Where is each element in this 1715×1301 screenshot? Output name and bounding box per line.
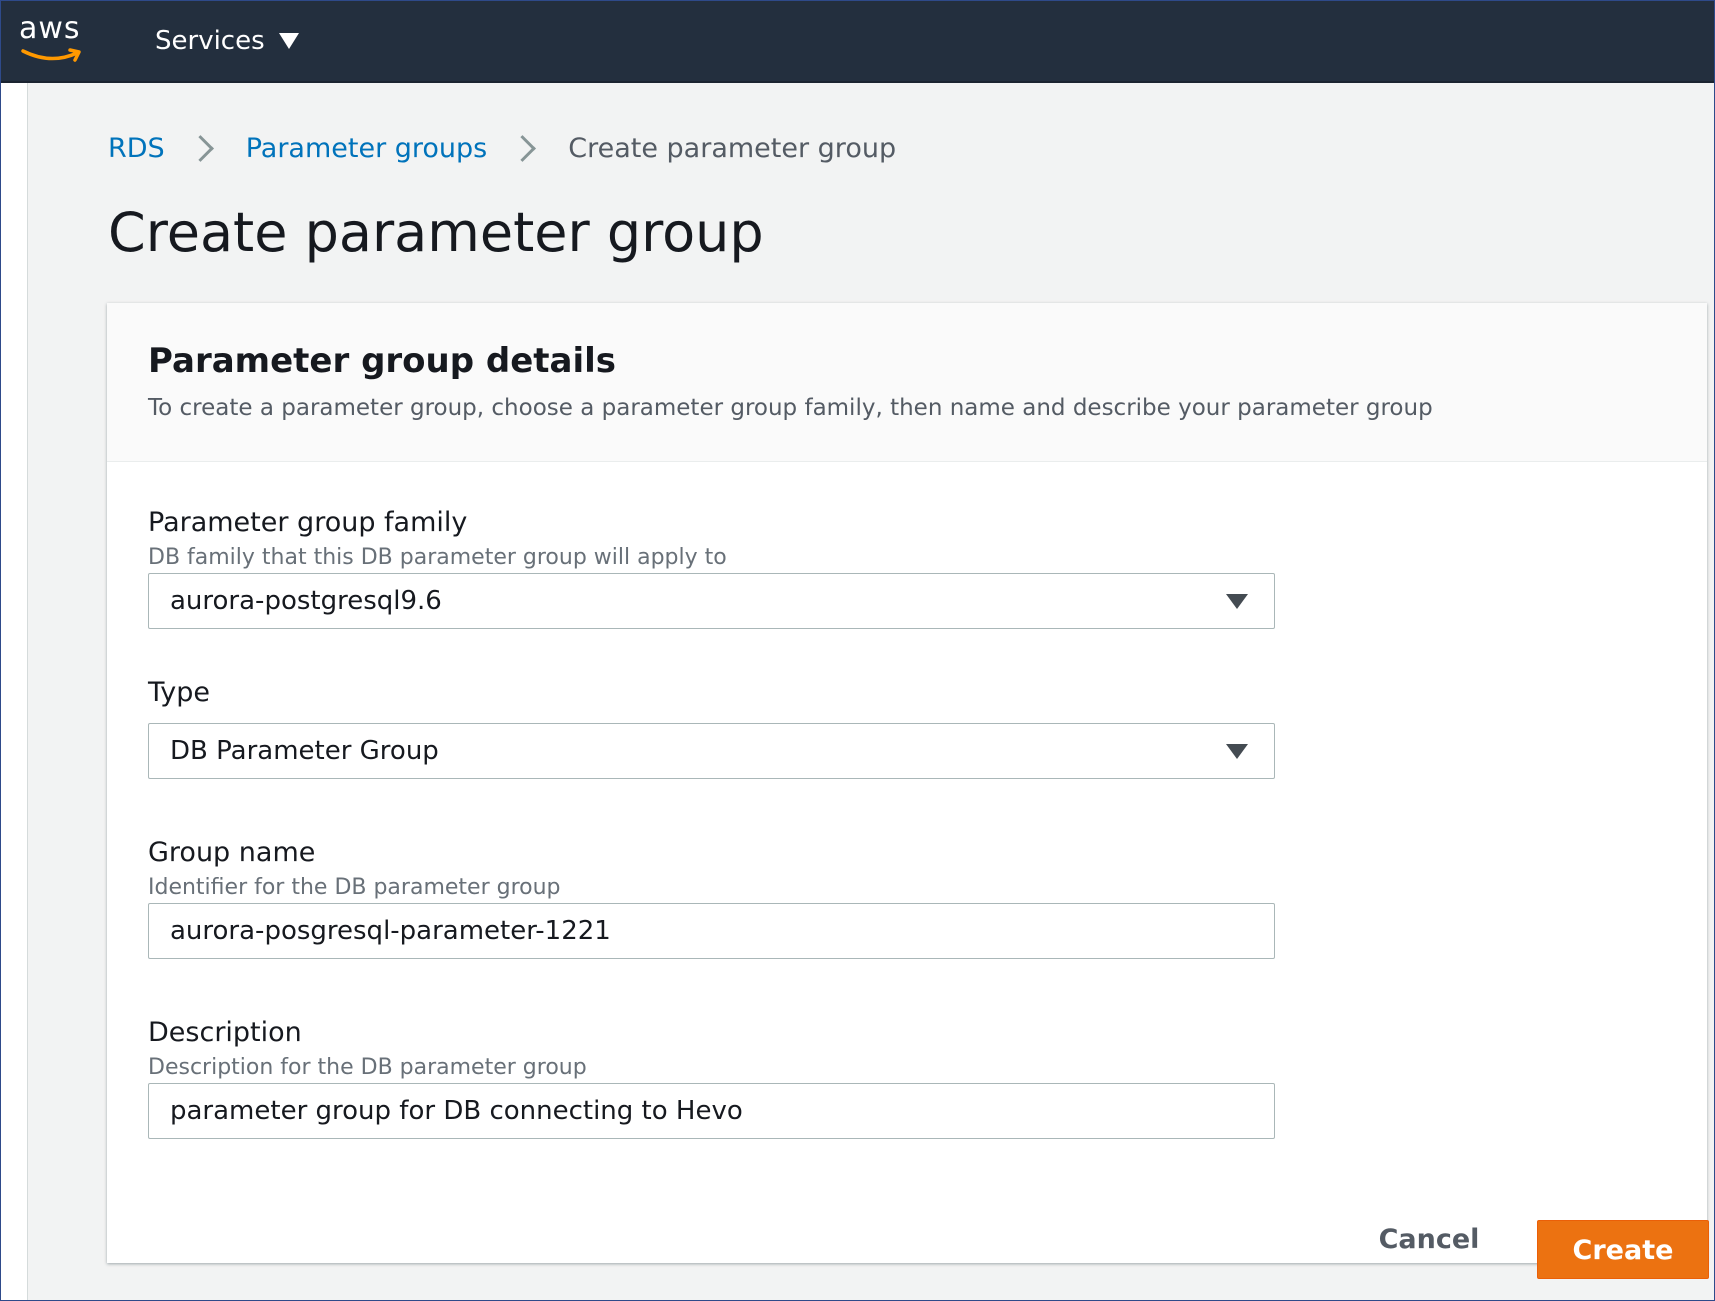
breadcrumb-link-parameter-groups[interactable]: Parameter groups bbox=[246, 133, 488, 164]
panel-header: Parameter group details To create a para… bbox=[107, 303, 1707, 462]
family-select[interactable]: aurora-postgresql9.6 bbox=[148, 573, 1275, 629]
browser-frame: aws Services RDS Parameter groups Create… bbox=[0, 0, 1715, 1301]
family-label: Parameter group family bbox=[148, 507, 468, 538]
breadcrumb: RDS Parameter groups Create parameter gr… bbox=[108, 133, 896, 164]
top-nav-bar: aws Services bbox=[1, 1, 1714, 83]
type-select-value: DB Parameter Group bbox=[170, 736, 439, 766]
caret-down-icon bbox=[278, 33, 299, 49]
parameter-group-details-panel: Parameter group details To create a para… bbox=[107, 303, 1707, 1263]
group-name-input-value: aurora-posgresql-parameter-1221 bbox=[170, 916, 611, 946]
panel-description: To create a parameter group, choose a pa… bbox=[148, 395, 1433, 421]
page-title: Create parameter group bbox=[108, 201, 764, 264]
chevron-right-icon bbox=[509, 135, 537, 162]
cancel-button[interactable]: Cancel bbox=[1364, 1209, 1494, 1269]
family-select-value: aurora-postgresql9.6 bbox=[170, 586, 442, 616]
caret-down-icon bbox=[1226, 594, 1248, 609]
family-hint: DB family that this DB parameter group w… bbox=[148, 545, 727, 570]
group-name-input[interactable]: aurora-posgresql-parameter-1221 bbox=[148, 903, 1275, 959]
description-hint: Description for the DB parameter group bbox=[148, 1055, 587, 1080]
aws-logo-text: aws bbox=[19, 11, 81, 46]
aws-logo[interactable]: aws bbox=[19, 11, 91, 67]
left-gutter bbox=[1, 83, 27, 1300]
breadcrumb-current: Create parameter group bbox=[568, 133, 897, 164]
chevron-right-icon bbox=[186, 135, 214, 162]
services-menu-button[interactable]: Services bbox=[155, 21, 299, 61]
group-name-hint: Identifier for the DB parameter group bbox=[148, 875, 561, 900]
breadcrumb-link-rds[interactable]: RDS bbox=[108, 133, 165, 164]
type-select[interactable]: DB Parameter Group bbox=[148, 723, 1275, 779]
type-label: Type bbox=[148, 677, 211, 708]
description-input[interactable]: parameter group for DB connecting to Hev… bbox=[148, 1083, 1275, 1139]
create-button[interactable]: Create bbox=[1537, 1220, 1709, 1279]
panel-title: Parameter group details bbox=[148, 341, 617, 381]
caret-down-icon bbox=[1226, 744, 1248, 759]
group-name-label: Group name bbox=[148, 837, 316, 868]
services-label: Services bbox=[155, 26, 265, 56]
description-label: Description bbox=[148, 1017, 302, 1048]
aws-smile-icon bbox=[21, 48, 81, 62]
description-input-value: parameter group for DB connecting to Hev… bbox=[170, 1096, 743, 1126]
main-content: RDS Parameter groups Create parameter gr… bbox=[27, 83, 1714, 1300]
